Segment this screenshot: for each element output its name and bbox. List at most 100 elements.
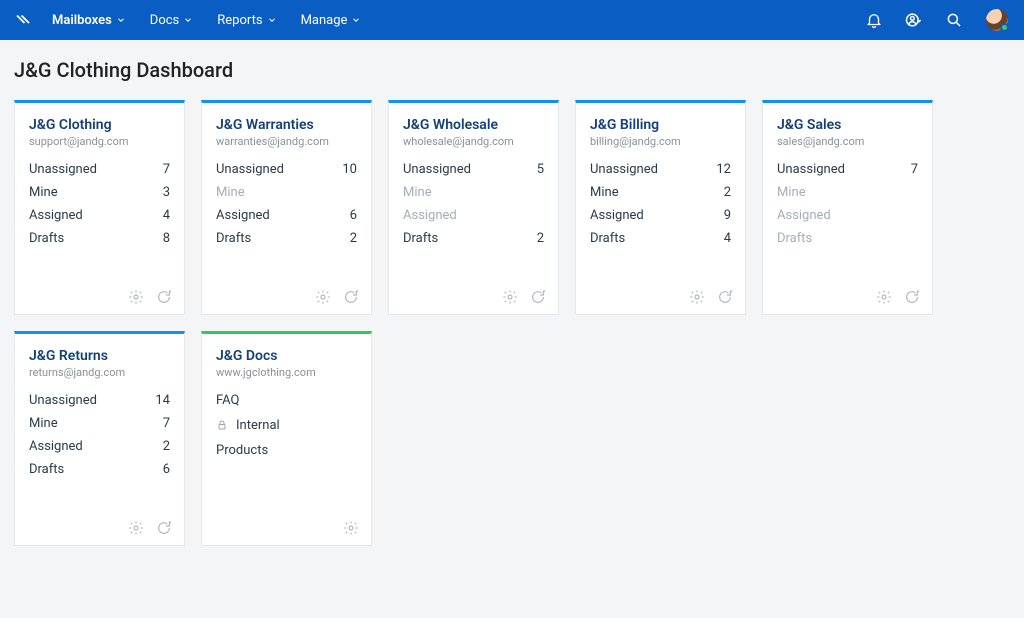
top-nav: Mailboxes Docs Reports Manage (0, 0, 1024, 40)
stat-count: 2 (350, 231, 357, 246)
new-conversation-icon[interactable] (156, 520, 172, 536)
stat-label: Unassigned (216, 162, 284, 177)
lock-icon (216, 419, 230, 433)
nav-item-label: Reports (217, 13, 262, 28)
stat-label: Drafts (29, 462, 64, 477)
stat-row-assigned[interactable]: Assigned6 (216, 208, 357, 223)
mailbox-email: warranties@jandg.com (216, 135, 357, 148)
stat-row-mine: Mine (216, 185, 357, 200)
stat-row-drafts[interactable]: Drafts 8 (29, 231, 170, 246)
mailbox-email: support@jandg.com (29, 135, 170, 148)
docs-item[interactable]: FAQ (216, 393, 357, 408)
stat-label: Drafts (29, 231, 64, 246)
stat-label: Unassigned (590, 162, 658, 177)
nav-item-mailboxes[interactable]: Mailboxes (52, 13, 126, 28)
stat-label: Mine (590, 185, 619, 200)
docs-item[interactable]: Internal (216, 418, 357, 433)
nav-item-docs[interactable]: Docs (150, 13, 193, 28)
stat-row-unassigned[interactable]: Unassigned 12 (590, 162, 731, 177)
stat-label: Drafts (216, 231, 251, 246)
gear-icon[interactable] (315, 289, 331, 305)
account-menu-icon[interactable] (904, 10, 924, 30)
stat-count: 8 (163, 231, 170, 246)
stat-row-mine[interactable]: Mine 2 (590, 185, 731, 200)
stat-count: 2 (537, 231, 544, 246)
stat-label: Mine (29, 416, 58, 431)
new-conversation-icon[interactable] (717, 289, 733, 305)
gear-icon[interactable] (128, 520, 144, 536)
stat-label: Assigned (29, 208, 83, 223)
stat-row-mine[interactable]: Mine 3 (29, 185, 170, 200)
stat-count: 6 (350, 208, 357, 223)
cards-grid: J&G Clothing support@jandg.com Unassigned 7… (14, 100, 1010, 546)
stat-count: 3 (163, 185, 170, 200)
mailbox-email: sales@jandg.com (777, 135, 918, 148)
brand-icon[interactable] (14, 11, 32, 29)
stat-row-unassigned[interactable]: Unassigned7 (777, 162, 918, 177)
stat-row-drafts[interactable]: Drafts 2 (403, 231, 544, 246)
stat-count: 7 (163, 416, 170, 431)
stat-row-assigned: Assigned (403, 208, 544, 223)
stat-label: Unassigned (29, 393, 97, 408)
gear-icon[interactable] (876, 289, 892, 305)
stat-count: 9 (724, 208, 731, 223)
mailbox-title[interactable]: J&G Clothing (29, 117, 170, 133)
stat-row-drafts[interactable]: Drafts4 (590, 231, 731, 246)
search-icon[interactable] (944, 10, 964, 30)
stat-row-unassigned[interactable]: Unassigned5 (403, 162, 544, 177)
new-conversation-icon[interactable] (156, 289, 172, 305)
chevron-down-icon (351, 15, 361, 25)
gear-icon[interactable] (343, 520, 359, 536)
avatar[interactable] (984, 7, 1010, 33)
mailbox-email: wholesale@jandg.com (403, 135, 544, 148)
notifications-icon[interactable] (864, 10, 884, 30)
stat-row-drafts[interactable]: Drafts6 (29, 462, 170, 477)
docs-item[interactable]: Products (216, 443, 357, 458)
stat-count: 7 (163, 162, 170, 177)
stat-row-unassigned[interactable]: Unassigned10 (216, 162, 357, 177)
stat-row-drafts[interactable]: Drafts 2 (216, 231, 357, 246)
stat-label: Mine (29, 185, 58, 200)
stat-count: 2 (163, 439, 170, 454)
stat-row-assigned[interactable]: Assigned9 (590, 208, 731, 223)
new-conversation-icon[interactable] (343, 289, 359, 305)
mailbox-card: J&G Returnsreturns@jandg.comUnassigned14… (14, 331, 185, 546)
stat-label: Drafts (403, 231, 438, 246)
stat-label: Mine (403, 185, 432, 200)
nav-item-label: Manage (301, 13, 348, 28)
mailbox-title[interactable]: J&G Warranties (216, 117, 357, 133)
new-conversation-icon[interactable] (904, 289, 920, 305)
nav-item-manage[interactable]: Manage (301, 13, 362, 28)
stat-row-mine: Mine (403, 185, 544, 200)
docs-title[interactable]: J&G Docs (216, 348, 357, 364)
stat-row-drafts: Drafts (777, 231, 918, 246)
mailbox-card: J&G Warranties warranties@jandg.com Unassi… (201, 100, 372, 315)
stat-count: 12 (716, 162, 731, 177)
nav-item-reports[interactable]: Reports (217, 13, 276, 28)
mailbox-title[interactable]: J&G Returns (29, 348, 170, 364)
stat-row-assigned: Assigned (777, 208, 918, 223)
stat-count: 2 (724, 185, 731, 200)
docs-site: www.jgclothing.com (216, 366, 357, 379)
nav-item-label: Mailboxes (52, 13, 112, 28)
gear-icon[interactable] (689, 289, 705, 305)
stat-row-unassigned[interactable]: Unassigned 7 (29, 162, 170, 177)
new-conversation-icon[interactable] (530, 289, 546, 305)
docs-item-label: Products (216, 443, 268, 458)
mailbox-card: J&G Wholesale wholesale@jandg.com Unassign… (388, 100, 559, 315)
mailbox-title[interactable]: J&G Wholesale (403, 117, 544, 133)
chevron-down-icon (183, 15, 193, 25)
stat-label: Unassigned (777, 162, 845, 177)
stat-row-unassigned[interactable]: Unassigned14 (29, 393, 170, 408)
gear-icon[interactable] (128, 289, 144, 305)
stat-label: Unassigned (29, 162, 97, 177)
stat-row-assigned[interactable]: Assigned2 (29, 439, 170, 454)
mailbox-title[interactable]: J&G Sales (777, 117, 918, 133)
stat-row-assigned[interactable]: Assigned4 (29, 208, 170, 223)
mailbox-title[interactable]: J&G Billing (590, 117, 731, 133)
gear-icon[interactable] (502, 289, 518, 305)
stat-row-mine[interactable]: Mine 7 (29, 416, 170, 431)
chevron-down-icon (267, 15, 277, 25)
nav-items: Mailboxes Docs Reports Manage (52, 13, 361, 28)
stat-label: Mine (216, 185, 245, 200)
